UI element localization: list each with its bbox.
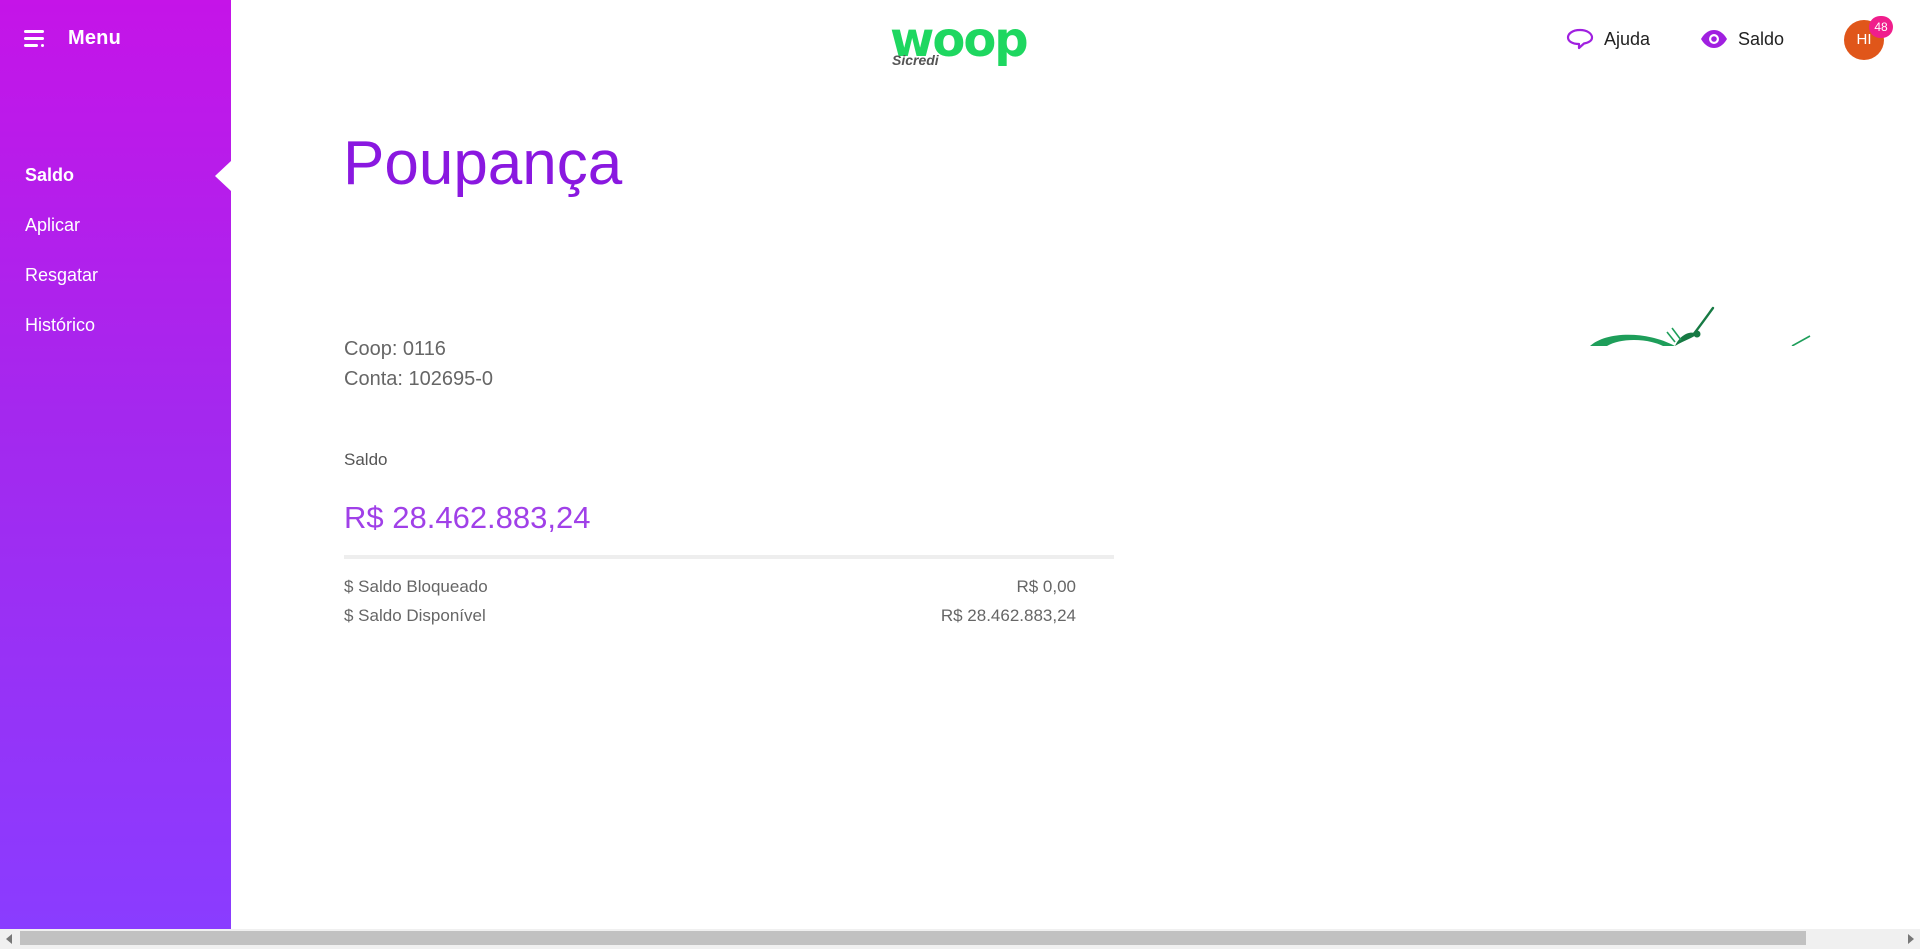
eye-icon xyxy=(1701,30,1727,48)
active-item-indicator xyxy=(215,161,231,191)
detail-value: R$ 28.462.883,24 xyxy=(940,606,1076,625)
coop-number: Coop: 0116 xyxy=(344,338,446,360)
account-number: Conta: 102695-0 xyxy=(344,368,494,390)
balance-value: R$ 28.462.883,24 xyxy=(344,500,591,535)
detail-row-available: $ Saldo Disponível R$ 28.462.883,24 xyxy=(344,606,1076,626)
sidebar-item-saldo[interactable]: Saldo xyxy=(25,160,98,210)
sidebar-item-resgatar[interactable]: Resgatar xyxy=(25,260,98,310)
woop-logo[interactable]: woop Sicredi xyxy=(890,12,1030,72)
page-title: Poupança xyxy=(343,129,623,198)
help-button[interactable]: Ajuda xyxy=(1566,24,1650,54)
account-info: Coop: 0116 Conta: 102695-0 xyxy=(344,334,493,394)
menu-toggle-button[interactable]: Menu xyxy=(24,22,121,54)
plant-illustration xyxy=(1590,306,1811,346)
detail-label: $ Saldo Bloqueado xyxy=(344,577,488,596)
chat-icon xyxy=(1566,28,1594,50)
detail-value: R$ 0,00 xyxy=(1016,577,1076,596)
help-label: Ajuda xyxy=(1604,28,1651,49)
sidebar-item-historico[interactable]: Histórico xyxy=(25,310,98,360)
divider xyxy=(344,555,1114,559)
sidebar-item-aplicar[interactable]: Aplicar xyxy=(25,210,98,260)
menu-icon xyxy=(24,30,46,47)
scroll-right-arrow-icon[interactable] xyxy=(1908,934,1914,944)
balance-toggle-label: Saldo xyxy=(1738,28,1785,49)
balance-label: Saldo xyxy=(344,450,388,469)
menu-label: Menu xyxy=(68,26,122,49)
horizontal-scrollbar[interactable] xyxy=(0,929,1920,949)
detail-row-blocked: $ Saldo Bloqueado R$ 0,00 xyxy=(344,577,1076,597)
scrollbar-thumb[interactable] xyxy=(20,931,1806,945)
logo-sub: Sicredi xyxy=(892,52,939,68)
sidebar: Menu Saldo Aplicar Resgatar Histórico xyxy=(0,0,231,929)
scroll-left-arrow-icon[interactable] xyxy=(6,934,12,944)
sidebar-nav: Saldo Aplicar Resgatar Histórico xyxy=(25,160,98,360)
detail-label: $ Saldo Disponível xyxy=(344,606,486,625)
notification-badge: 48 xyxy=(1869,16,1893,38)
toggle-balance-button[interactable]: Saldo xyxy=(1700,24,1784,54)
